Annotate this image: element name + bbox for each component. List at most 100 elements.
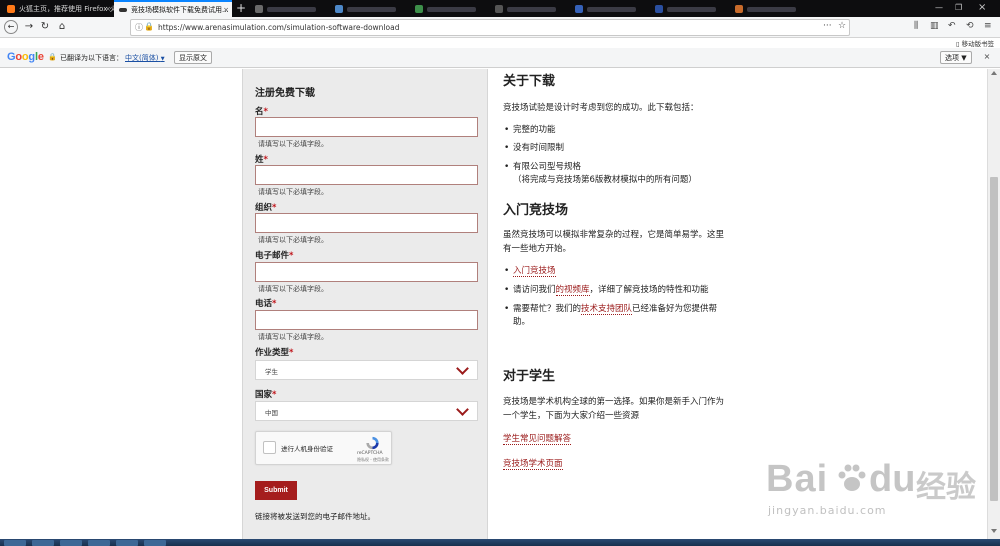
country-value: 中国 — [265, 409, 278, 417]
field-hint: 请填写以下必填字段。 — [258, 140, 328, 148]
forward-icon[interactable]: → — [22, 20, 36, 34]
minimize-icon[interactable]: — — [935, 3, 943, 12]
about-heading: 关于下载 — [503, 74, 556, 89]
info-icon[interactable]: ⓘ — [135, 22, 143, 33]
last-name-field[interactable] — [255, 165, 478, 185]
field-hint: 请填写以下必填字段。 — [258, 236, 328, 244]
reload-icon[interactable]: ↻ — [38, 20, 52, 34]
close-translate-icon[interactable]: × — [981, 51, 993, 64]
translated-to-label: 已翻译为以下语言： — [60, 54, 123, 62]
job-type-value: 学生 — [265, 368, 278, 376]
show-original-button[interactable]: 显示原文 — [174, 51, 212, 64]
intro-line: 竞技场是学术机构全球的第一选择。如果你是新手入门作为 — [503, 397, 725, 407]
phone-field[interactable] — [255, 310, 478, 330]
url-text[interactable]: https://www.arenasimulation.com/simulati… — [158, 23, 399, 32]
taskbar-item[interactable] — [32, 540, 54, 546]
list-item: • 完整的功能 — [504, 124, 556, 137]
label-text: 电话 — [255, 299, 273, 309]
sync-icon[interactable]: ⟲ — [966, 21, 974, 31]
first-name-field[interactable] — [255, 117, 478, 137]
taskbar-item[interactable] — [4, 540, 26, 546]
sidebar-icon[interactable]: ▥ — [930, 21, 939, 31]
phone-label: 电话* — [255, 297, 276, 309]
page-actions-icon[interactable]: ··· — [823, 21, 832, 31]
translate-bar: Google 🔒 已翻译为以下语言： 中文(简体) ▼ 显示原文 选项 ▼ × — [0, 48, 1000, 68]
first-name-label: 名* — [255, 105, 268, 117]
text: ，详细了解竞技场的特性和功能 — [589, 285, 709, 295]
scroll-thumb[interactable] — [990, 177, 998, 501]
watermark-brand: 经验 — [916, 470, 976, 505]
video-library-link[interactable]: 的视频库 — [555, 285, 590, 296]
tab-background[interactable] — [490, 1, 570, 17]
tab-favicon-icon — [655, 5, 663, 13]
undo-icon[interactable]: ↶ — [948, 21, 956, 31]
getting-started-heading: 入门竞技场 — [503, 203, 569, 218]
recaptcha-checkbox[interactable] — [263, 441, 276, 454]
bookmark-star-icon[interactable]: ☆ — [838, 21, 846, 31]
required-mark: * — [272, 299, 277, 309]
tab-favicon-icon — [255, 5, 263, 13]
close-icon[interactable]: × — [105, 5, 111, 13]
organization-field[interactable] — [255, 213, 478, 233]
taskbar-item[interactable] — [116, 540, 138, 546]
language-select[interactable]: 中文(简体) ▼ — [125, 53, 165, 63]
students-intro: 竞技场是学术机构全球的第一选择。如果你是新手入门作为 一个学生，下面为大家介绍一… — [503, 395, 724, 423]
country-select[interactable]: 中国 — [255, 401, 478, 421]
maximize-icon[interactable]: ❐ — [955, 3, 962, 12]
organization-label: 组织* — [255, 201, 276, 213]
tab-favicon-icon — [415, 5, 423, 13]
bullet-icon: • — [504, 304, 510, 314]
new-tab-button[interactable]: + — [234, 1, 248, 16]
student-faq-link[interactable]: 学生常见问题解答 — [503, 434, 572, 445]
required-mark: * — [272, 203, 277, 213]
home-icon[interactable]: ⌂ — [55, 20, 69, 34]
scroll-up-icon[interactable] — [991, 71, 997, 75]
tab-background[interactable] — [410, 1, 490, 17]
library-icon[interactable]: ⫼ — [914, 21, 918, 31]
tab-background[interactable] — [570, 1, 650, 17]
window-close-icon[interactable]: × — [978, 2, 986, 13]
tab-background[interactable] — [730, 1, 810, 17]
getting-started-link[interactable]: 入门竞技场 — [513, 266, 556, 277]
job-type-select[interactable]: 学生 — [255, 360, 478, 380]
close-icon[interactable]: × — [223, 6, 229, 14]
mobile-bookmarks[interactable]: ▯ 移动版书签 — [956, 38, 994, 48]
scroll-down-icon[interactable] — [991, 529, 997, 533]
tab-title: 火狐主页，推荐使用 Firefox 火... — [19, 5, 114, 13]
lock-icon[interactable]: 🔒 — [144, 22, 154, 31]
field-hint: 请填写以下必填字段。 — [258, 188, 328, 196]
firefox-icon — [7, 5, 15, 13]
tab-firefox-home[interactable]: 火狐主页，推荐使用 Firefox 火... × — [2, 1, 114, 17]
watermark-url: jingyan.baidu.com — [768, 504, 887, 517]
tab-background[interactable] — [250, 1, 330, 17]
back-icon[interactable]: ← — [4, 20, 18, 34]
translate-options-button[interactable]: 选项 ▼ — [940, 51, 972, 64]
taskbar-item[interactable] — [144, 540, 166, 546]
arena-favicon-icon — [119, 7, 127, 12]
mobile-bookmarks-label: 移动版书签 — [961, 40, 995, 48]
url-bar[interactable]: ⓘ 🔒 https://www.arenasimulation.com/simu… — [130, 19, 850, 36]
text: 需要帮忙？我们的 — [513, 304, 582, 314]
email-field[interactable] — [255, 262, 478, 282]
submit-button[interactable]: Submit — [255, 481, 297, 500]
tab-background[interactable] — [650, 1, 730, 17]
taskbar-item[interactable] — [60, 540, 82, 546]
list-item-text: 没有时间限制 — [513, 143, 565, 153]
recaptcha-terms[interactable]: 隐私权 - 使用条款 — [357, 457, 389, 463]
field-hint: 请填写以下必填字段。 — [258, 333, 328, 341]
country-label: 国家* — [255, 388, 276, 400]
list-item: • 请访问我们的视频库，详细了解竞技场的特性和功能 — [504, 284, 709, 297]
list-item: • 入门竞技场 — [504, 265, 556, 278]
label-text: 国家 — [255, 390, 273, 400]
download-form: 注册免费下载 名* 请填写以下必填字段。 姓* 请填写以下必填字段。 组织* 请… — [242, 69, 488, 539]
tech-support-link[interactable]: 技术支持团队 — [581, 304, 633, 315]
job-type-label: 作业类型* — [255, 346, 293, 358]
label-text: 电子邮件 — [255, 251, 290, 261]
student-faq-item: 学生常见问题解答 — [503, 433, 572, 446]
menu-icon[interactable]: ≡ — [984, 21, 992, 31]
academic-page-link[interactable]: 竞技场学术页面 — [503, 459, 563, 470]
tab-background[interactable] — [330, 1, 410, 17]
label-text: 组织 — [255, 203, 273, 213]
tab-arena-download[interactable]: 竞技场模拟软件下载免费试用... × — [114, 0, 232, 17]
taskbar-item[interactable] — [88, 540, 110, 546]
